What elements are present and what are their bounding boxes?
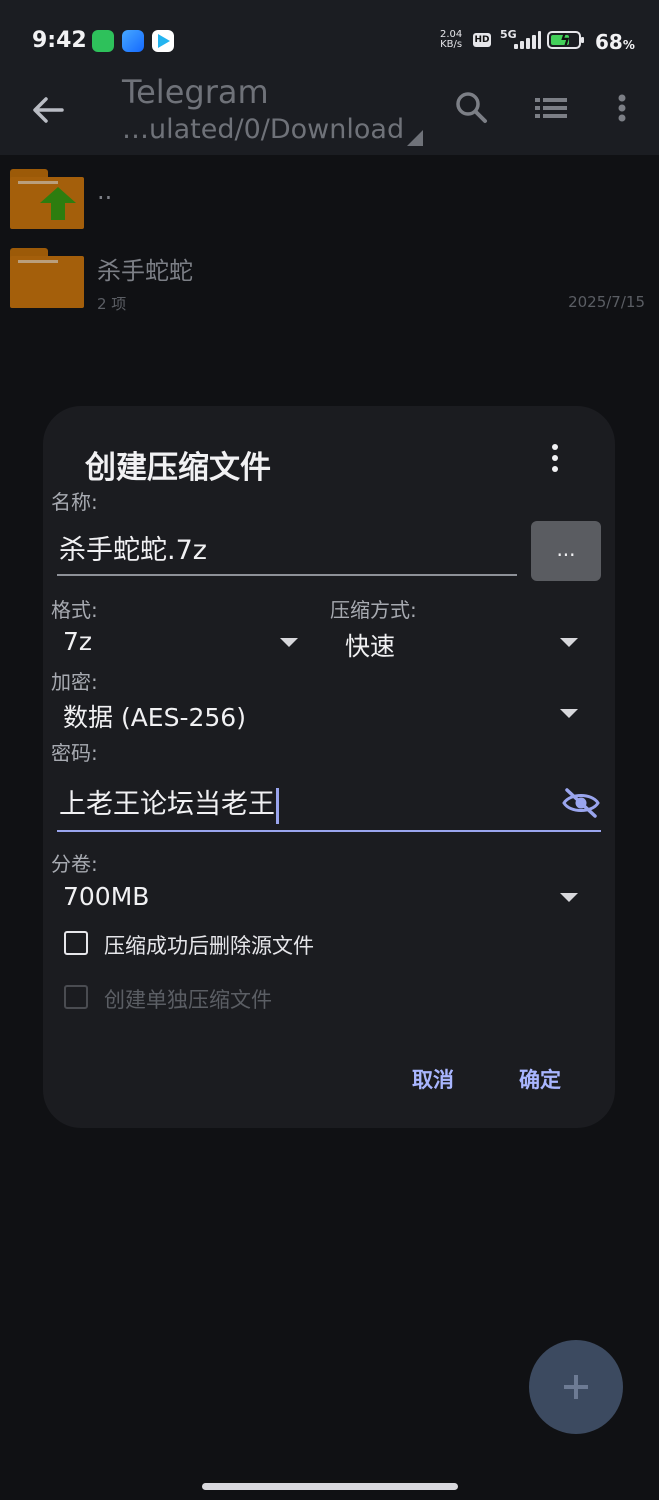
status-bar: 9:42 2.04 KB/s HD 5G ϟ 68% bbox=[0, 0, 659, 80]
top-bar: 9:42 2.04 KB/s HD 5G ϟ 68% Telegram …ula… bbox=[0, 0, 659, 155]
list-item-folder[interactable]: 杀手蛇蛇 2 项 2025/7/15 bbox=[0, 243, 659, 323]
split-label: 分卷: bbox=[51, 852, 98, 876]
create-archive-dialog: 创建压缩文件 名称: 杀手蛇蛇.7z ... 格式: 7z 压缩方式: 快速 加… bbox=[43, 406, 615, 1128]
format-dropdown-icon[interactable] bbox=[280, 638, 298, 647]
list-item-date: 2025/7/15 bbox=[568, 293, 645, 311]
signal-icon bbox=[514, 31, 541, 49]
format-label: 格式: bbox=[51, 598, 98, 622]
network-speed: 2.04 KB/s bbox=[440, 30, 462, 50]
delete-source-label: 压缩成功后删除源文件 bbox=[104, 934, 314, 958]
back-button[interactable] bbox=[26, 88, 70, 132]
browse-button[interactable]: ... bbox=[531, 521, 601, 581]
split-dropdown-icon[interactable] bbox=[560, 893, 578, 902]
battery-level: 68% bbox=[595, 30, 635, 54]
list-view-icon bbox=[535, 98, 567, 118]
format-select[interactable]: 7z bbox=[63, 627, 92, 656]
ok-button[interactable]: 确定 bbox=[519, 1064, 561, 1094]
list-item-count: 2 项 bbox=[97, 295, 127, 313]
more-vert-icon bbox=[618, 94, 626, 122]
password-value: 上老王论坛当老王 bbox=[59, 789, 275, 820]
gesture-nav-handle[interactable] bbox=[202, 1483, 458, 1490]
network-speed-unit: KB/s bbox=[440, 39, 463, 50]
encryption-select[interactable]: 数据 (AES-256) bbox=[63, 698, 246, 734]
eye-off-icon bbox=[562, 788, 600, 818]
list-item-name: 杀手蛇蛇 bbox=[97, 257, 193, 285]
overflow-menu-button[interactable] bbox=[602, 88, 642, 128]
delete-source-checkbox[interactable] bbox=[64, 931, 88, 955]
separate-archives-label: 创建单独压缩文件 bbox=[104, 988, 272, 1012]
hd-badge: HD bbox=[473, 33, 491, 47]
dialog-more-icon[interactable] bbox=[543, 440, 567, 476]
encryption-label: 加密: bbox=[51, 670, 98, 694]
dialog-title: 创建压缩文件 bbox=[85, 450, 271, 486]
encryption-dropdown-icon[interactable] bbox=[560, 709, 578, 718]
path-dropdown-icon[interactable] bbox=[407, 130, 423, 146]
method-dropdown-icon[interactable] bbox=[560, 638, 578, 647]
plus-icon bbox=[564, 1375, 588, 1399]
cancel-button[interactable]: 取消 bbox=[412, 1064, 454, 1094]
split-select[interactable]: 700MB bbox=[63, 882, 149, 911]
toggle-password-visibility[interactable] bbox=[561, 787, 601, 819]
play-store-icon bbox=[152, 30, 174, 52]
screen: 9:42 2.04 KB/s HD 5G ϟ 68% Telegram …ula… bbox=[0, 0, 659, 1500]
password-input[interactable]: 上老王论坛当老王 bbox=[57, 778, 601, 832]
method-select[interactable]: 快速 bbox=[345, 627, 395, 663]
charging-icon: ϟ bbox=[560, 30, 571, 49]
archive-name-input[interactable]: 杀手蛇蛇.7z bbox=[57, 526, 517, 576]
list-item-parent[interactable]: .. bbox=[0, 163, 659, 243]
wechat-icon bbox=[92, 30, 114, 52]
text-cursor bbox=[276, 787, 279, 824]
separate-archives-checkbox[interactable] bbox=[64, 985, 88, 1009]
folder-up-icon bbox=[10, 169, 84, 229]
notification-app-icon bbox=[122, 30, 144, 52]
add-fab-button[interactable] bbox=[529, 1340, 623, 1434]
battery-percent: 68 bbox=[595, 30, 623, 54]
view-mode-button[interactable] bbox=[532, 88, 572, 128]
battery-unit: % bbox=[622, 38, 635, 52]
back-arrow-icon bbox=[33, 97, 64, 123]
app-title: Telegram bbox=[122, 73, 269, 111]
method-label: 压缩方式: bbox=[330, 598, 417, 622]
path-selector[interactable]: …ulated/0/Download bbox=[122, 114, 404, 145]
name-label: 名称: bbox=[51, 490, 98, 514]
search-icon bbox=[456, 92, 487, 123]
folder-icon bbox=[10, 248, 84, 308]
status-time: 9:42 bbox=[32, 28, 87, 53]
password-label: 密码: bbox=[51, 741, 98, 765]
search-button[interactable] bbox=[452, 88, 492, 128]
file-list: .. 杀手蛇蛇 2 项 2025/7/15 bbox=[0, 155, 659, 355]
list-item-name: .. bbox=[97, 177, 113, 205]
